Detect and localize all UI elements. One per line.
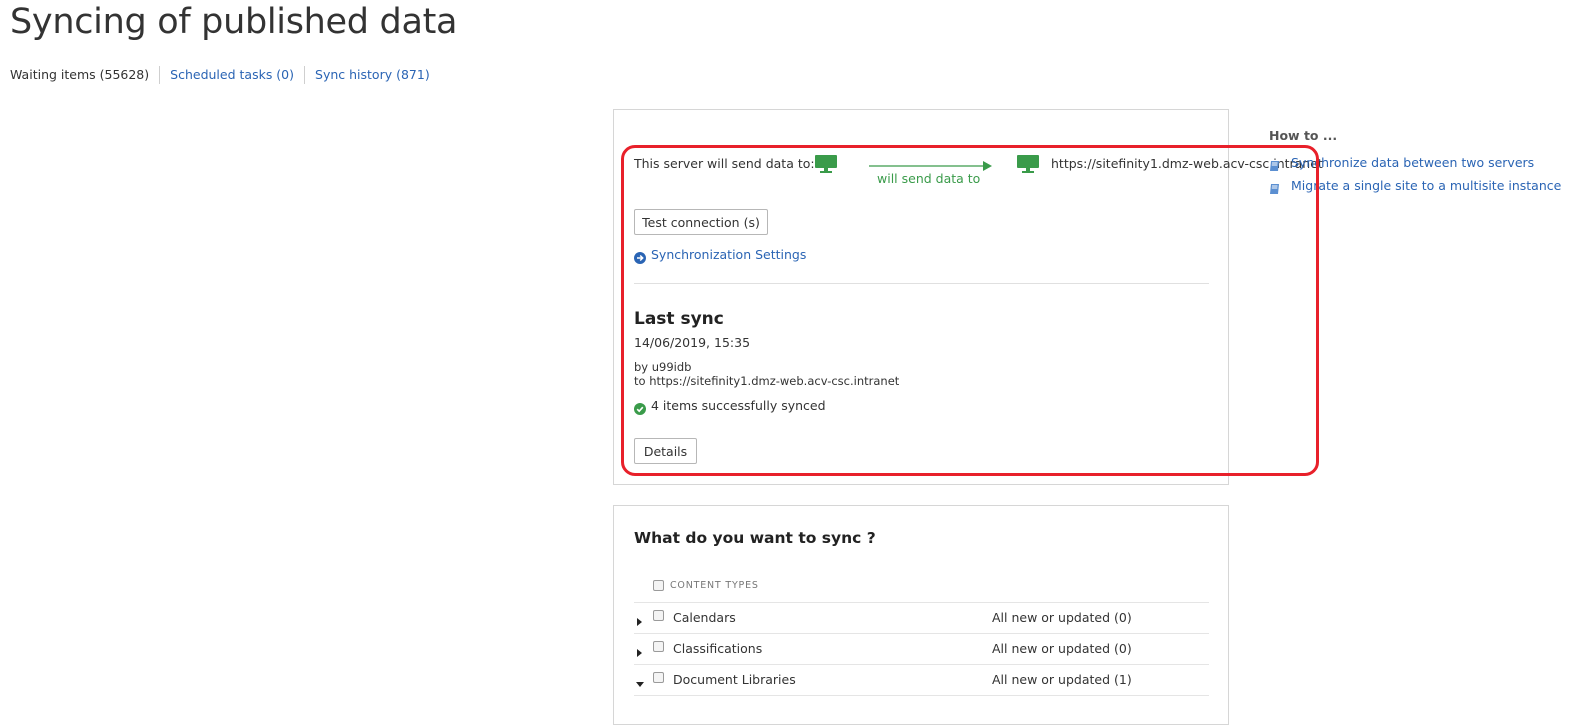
row-divider — [634, 664, 1209, 665]
sync-target-panel: This server will send data to: will send… — [613, 109, 1323, 485]
how-to-link-migrate[interactable]: Migrate a single site to a multisite ins… — [1291, 178, 1561, 193]
row-divider — [634, 633, 1209, 634]
tab-bar: Waiting items (55628) Scheduled tasks (0… — [10, 66, 440, 84]
content-type-status: All new or updated (0) — [992, 610, 1132, 625]
book-icon — [1269, 157, 1281, 176]
content-type-status: All new or updated (0) — [992, 641, 1132, 656]
checkbox-classifications[interactable] — [653, 641, 664, 652]
check-circle-icon — [634, 400, 646, 415]
content-type-status: All new or updated (1) — [992, 672, 1132, 687]
monitor-icon — [1016, 154, 1040, 178]
checkbox-document-libraries[interactable] — [653, 672, 664, 683]
content-types-header: CONTENT TYPES — [670, 580, 759, 591]
last-sync-heading: Last sync — [634, 309, 724, 329]
last-sync-datetime: 14/06/2019, 15:35 — [634, 335, 751, 350]
checkbox-all-content-types[interactable] — [653, 580, 664, 591]
how-to-title: How to ... — [1269, 128, 1338, 143]
row-divider — [634, 602, 1209, 603]
details-button[interactable]: Details — [634, 438, 697, 464]
content-type-name: Document Libraries — [673, 672, 796, 687]
tab-waiting-items[interactable]: Waiting items (55628) — [10, 66, 159, 84]
monitor-icon — [814, 154, 838, 178]
how-to-link-synchronize[interactable]: Synchronize data between two servers — [1291, 155, 1534, 170]
sync-status: 4 items successfully synced — [651, 398, 826, 413]
checkbox-calendars[interactable] — [653, 610, 664, 621]
book-icon — [1269, 180, 1281, 199]
content-type-name: Calendars — [673, 610, 736, 625]
last-sync-target: to https://sitefinity1.dmz-web.acv-csc.i… — [634, 374, 900, 388]
caret-right-icon[interactable] — [636, 612, 644, 631]
sync-content-panel: What do you want to sync ? CONTENT TYPES… — [613, 505, 1229, 725]
page-title: Syncing of published data — [10, 2, 458, 42]
caret-down-icon[interactable] — [635, 674, 645, 693]
last-sync-user: by u99idb — [634, 360, 692, 374]
synchronization-settings-link[interactable]: Synchronization Settings — [651, 247, 806, 262]
row-divider — [634, 695, 1209, 696]
test-connection-button[interactable]: Test connection (s) — [634, 209, 768, 235]
caret-right-icon[interactable] — [636, 643, 644, 662]
arrow-caption: will send data to — [877, 171, 981, 186]
send-data-label: This server will send data to: — [634, 156, 815, 171]
tab-scheduled-tasks[interactable]: Scheduled tasks (0) — [159, 66, 304, 84]
tab-sync-history[interactable]: Sync history (871) — [304, 66, 440, 84]
target-server-url: https://sitefinity1.dmz-web.acv-csc.intr… — [1051, 156, 1323, 171]
arrow-circle-right-icon — [634, 249, 646, 264]
content-type-name: Classifications — [673, 641, 763, 656]
divider — [634, 283, 1209, 284]
sync-section-heading: What do you want to sync ? — [634, 529, 876, 547]
